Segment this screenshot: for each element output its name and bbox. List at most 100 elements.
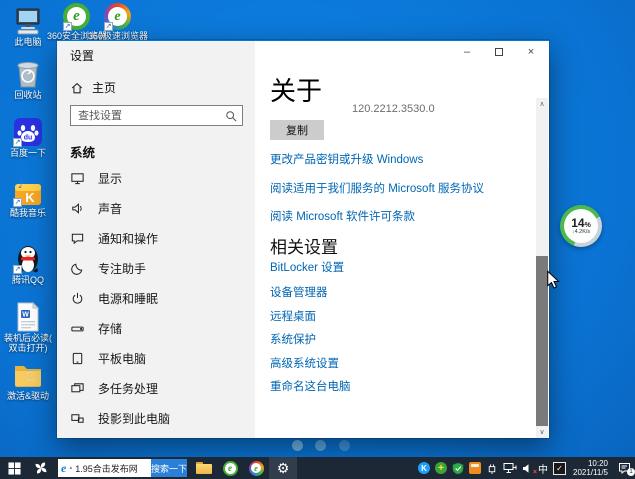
tray-antivirus-icon[interactable]: + <box>435 462 447 474</box>
sidebar-item-notifications[interactable]: 通知和操作 <box>57 223 255 253</box>
taskbar-search-text[interactable]: 1.95合击发布网 <box>75 462 138 475</box>
copy-button[interactable]: 复制 <box>270 120 324 140</box>
tray-checkbox-icon[interactable]: ✓ <box>553 462 566 475</box>
shortcut-arrow-icon: ↗ <box>13 138 22 147</box>
tray-kuwo-icon[interactable]: K <box>418 462 430 474</box>
gear-icon: ⚙ <box>277 460 290 477</box>
taskbar-search-button[interactable]: 搜索一下 <box>151 459 187 477</box>
taskbar-app-green-browser[interactable]: e <box>217 457 243 479</box>
shortcut-arrow-icon: ↗ <box>13 265 22 274</box>
notification-badge: 1 <box>627 468 635 476</box>
sidebar-item-projecting[interactable]: 投影到此电脑 <box>57 403 255 433</box>
tray-usb-icon[interactable] <box>486 462 498 475</box>
multitask-icon <box>70 381 85 396</box>
svg-text:du: du <box>24 135 33 142</box>
desktop-icon-label: 腾讯QQ <box>12 275 44 285</box>
close-button[interactable]: × <box>515 41 547 63</box>
taskbar-app-explorer[interactable] <box>191 457 217 479</box>
settings-search-box[interactable] <box>70 105 243 126</box>
sidebar-item-sound[interactable]: 声音 <box>57 193 255 223</box>
link-remote-desktop[interactable]: 远程桌面 <box>270 308 316 324</box>
maximize-button[interactable] <box>483 41 515 63</box>
sidebar-item-focus-assist[interactable]: 专注助手 <box>57 253 255 283</box>
speed-ball-core: 14% ↓4.2K/s <box>564 209 598 243</box>
scroll-down-icon[interactable]: ∨ <box>536 426 548 438</box>
link-system-protection[interactable]: 系统保护 <box>270 331 316 347</box>
window-controls: – × <box>451 41 547 63</box>
sidebar-item-home[interactable]: 主页 <box>70 79 116 96</box>
minimize-icon: – <box>464 46 470 58</box>
project-screen-icon <box>70 411 85 426</box>
tray-shield-icon[interactable] <box>452 462 464 475</box>
link-services-agreement[interactable]: 阅读适用于我们服务的 Microsoft 服务协议 <box>270 180 484 196</box>
power-icon <box>70 291 85 306</box>
link-device-manager[interactable]: 设备管理器 <box>270 284 328 300</box>
action-center-button[interactable]: 1 <box>618 462 631 474</box>
start-button[interactable] <box>0 457 28 479</box>
browser-multi-e-icon: e <box>249 461 264 476</box>
sidebar-item-label: 声音 <box>98 200 122 217</box>
desktop-icon-recycle-bin[interactable]: 回收站 <box>1 59 55 100</box>
memory-percent: 14% <box>571 217 591 229</box>
network-speed: ↓4.2K/s <box>572 230 590 236</box>
link-bitlocker[interactable]: BitLocker 设置 <box>270 259 344 275</box>
sidebar-item-tablet[interactable]: 平板电脑 <box>57 343 255 373</box>
sidebar-item-power-sleep[interactable]: 电源和睡眠 <box>57 283 255 313</box>
link-advanced-system[interactable]: 高级系统设置 <box>270 355 339 371</box>
word-doc-icon: W <box>16 302 40 332</box>
system-tray: K + <box>418 459 635 477</box>
chat-bubble-icon <box>70 231 85 246</box>
svg-text:K: K <box>25 190 35 205</box>
scrollbar[interactable]: ∧ ∨ <box>536 98 548 438</box>
caret-up-icon: ▲ <box>68 465 73 471</box>
sidebar-nav: 显示 声音 通知和操作 <box>57 163 255 433</box>
desktop-icon-label: 激活&驱动 <box>7 391 49 401</box>
taskbar-app-settings-active[interactable]: ⚙ <box>269 457 297 479</box>
sidebar-item-label: 存储 <box>98 320 122 337</box>
scroll-up-icon[interactable]: ∧ <box>536 98 548 110</box>
version-value: 120.2212.3530.0 <box>352 103 435 115</box>
svg-text:♪: ♪ <box>18 180 24 191</box>
taskbar-search-deskband[interactable]: e ▲ 1.95合击发布网 <box>58 459 151 477</box>
desktop-icon-readme-doc[interactable]: W 装机后必读( 双击打开) <box>1 302 55 353</box>
taskbar: e ▲ 1.95合击发布网 搜索一下 e e ⚙ K + <box>0 457 635 479</box>
clock-time: 10:20 <box>588 459 608 468</box>
mouse-cursor <box>546 270 562 290</box>
windows-logo-icon <box>8 462 21 475</box>
close-icon: × <box>528 46 534 58</box>
sidebar-item-storage[interactable]: 存储 <box>57 313 255 343</box>
desktop-icon-kuwo-music[interactable]: K ♪ ↗ 酷我音乐 <box>1 177 55 218</box>
desktop-icon-tencent-qq[interactable]: ↗ 腾讯QQ <box>1 244 55 285</box>
tray-ime-indicator[interactable]: 中 <box>538 461 548 476</box>
tray-volume-muted-icon[interactable]: × <box>522 463 533 474</box>
sidebar-item-display[interactable]: 显示 <box>57 163 255 193</box>
browser-green-e-icon: e <box>223 461 238 476</box>
link-change-product-key[interactable]: 更改产品密钥或升级 Windows <box>270 151 423 167</box>
settings-search-input[interactable] <box>71 110 225 122</box>
display-icon <box>70 171 85 186</box>
taskbar-clock[interactable]: 10:20 2021/11/5 <box>571 459 610 477</box>
desktop-icon-label: 百度一下 <box>10 148 46 158</box>
taskbar-app-multi-browser[interactable]: e <box>243 457 269 479</box>
speed-ball-widget[interactable]: 14% ↓4.2K/s <box>560 205 602 247</box>
tray-network-icon[interactable] <box>503 462 517 474</box>
desktop-icon-drivers-folder[interactable]: 激活&驱动 <box>1 360 55 401</box>
shortcut-arrow-icon: ↗ <box>13 198 22 207</box>
desktop-icon-360-speed-browser[interactable]: e ↗ 360极速浏览器 <box>97 3 139 41</box>
tray-orange-app-icon[interactable] <box>469 462 481 474</box>
settings-content: – × 关于 120.2212.3530.0 复制 更改产品密钥或升级 Wind… <box>255 41 549 438</box>
shortcut-arrow-icon: ↗ <box>104 22 113 31</box>
minimize-button[interactable]: – <box>451 41 483 63</box>
shortcut-arrow-icon: ↗ <box>63 22 72 31</box>
sidebar-item-multitasking[interactable]: 多任务处理 <box>57 373 255 403</box>
taskbar-app-pinwheel[interactable] <box>28 457 54 479</box>
desktop-icon-this-pc[interactable]: 此电脑 <box>1 6 55 47</box>
pinwheel-icon <box>34 461 48 475</box>
link-rename-pc[interactable]: 重命名这台电脑 <box>270 378 351 394</box>
wallpaper-dot <box>292 440 303 451</box>
desktop-icon-baidu[interactable]: du ↗ 百度一下 <box>1 117 55 158</box>
sidebar-item-label: 平板电脑 <box>98 350 146 367</box>
wallpaper-dot <box>339 440 350 451</box>
page-title: 关于 <box>270 71 322 108</box>
link-license-terms[interactable]: 阅读 Microsoft 软件许可条款 <box>270 208 415 224</box>
